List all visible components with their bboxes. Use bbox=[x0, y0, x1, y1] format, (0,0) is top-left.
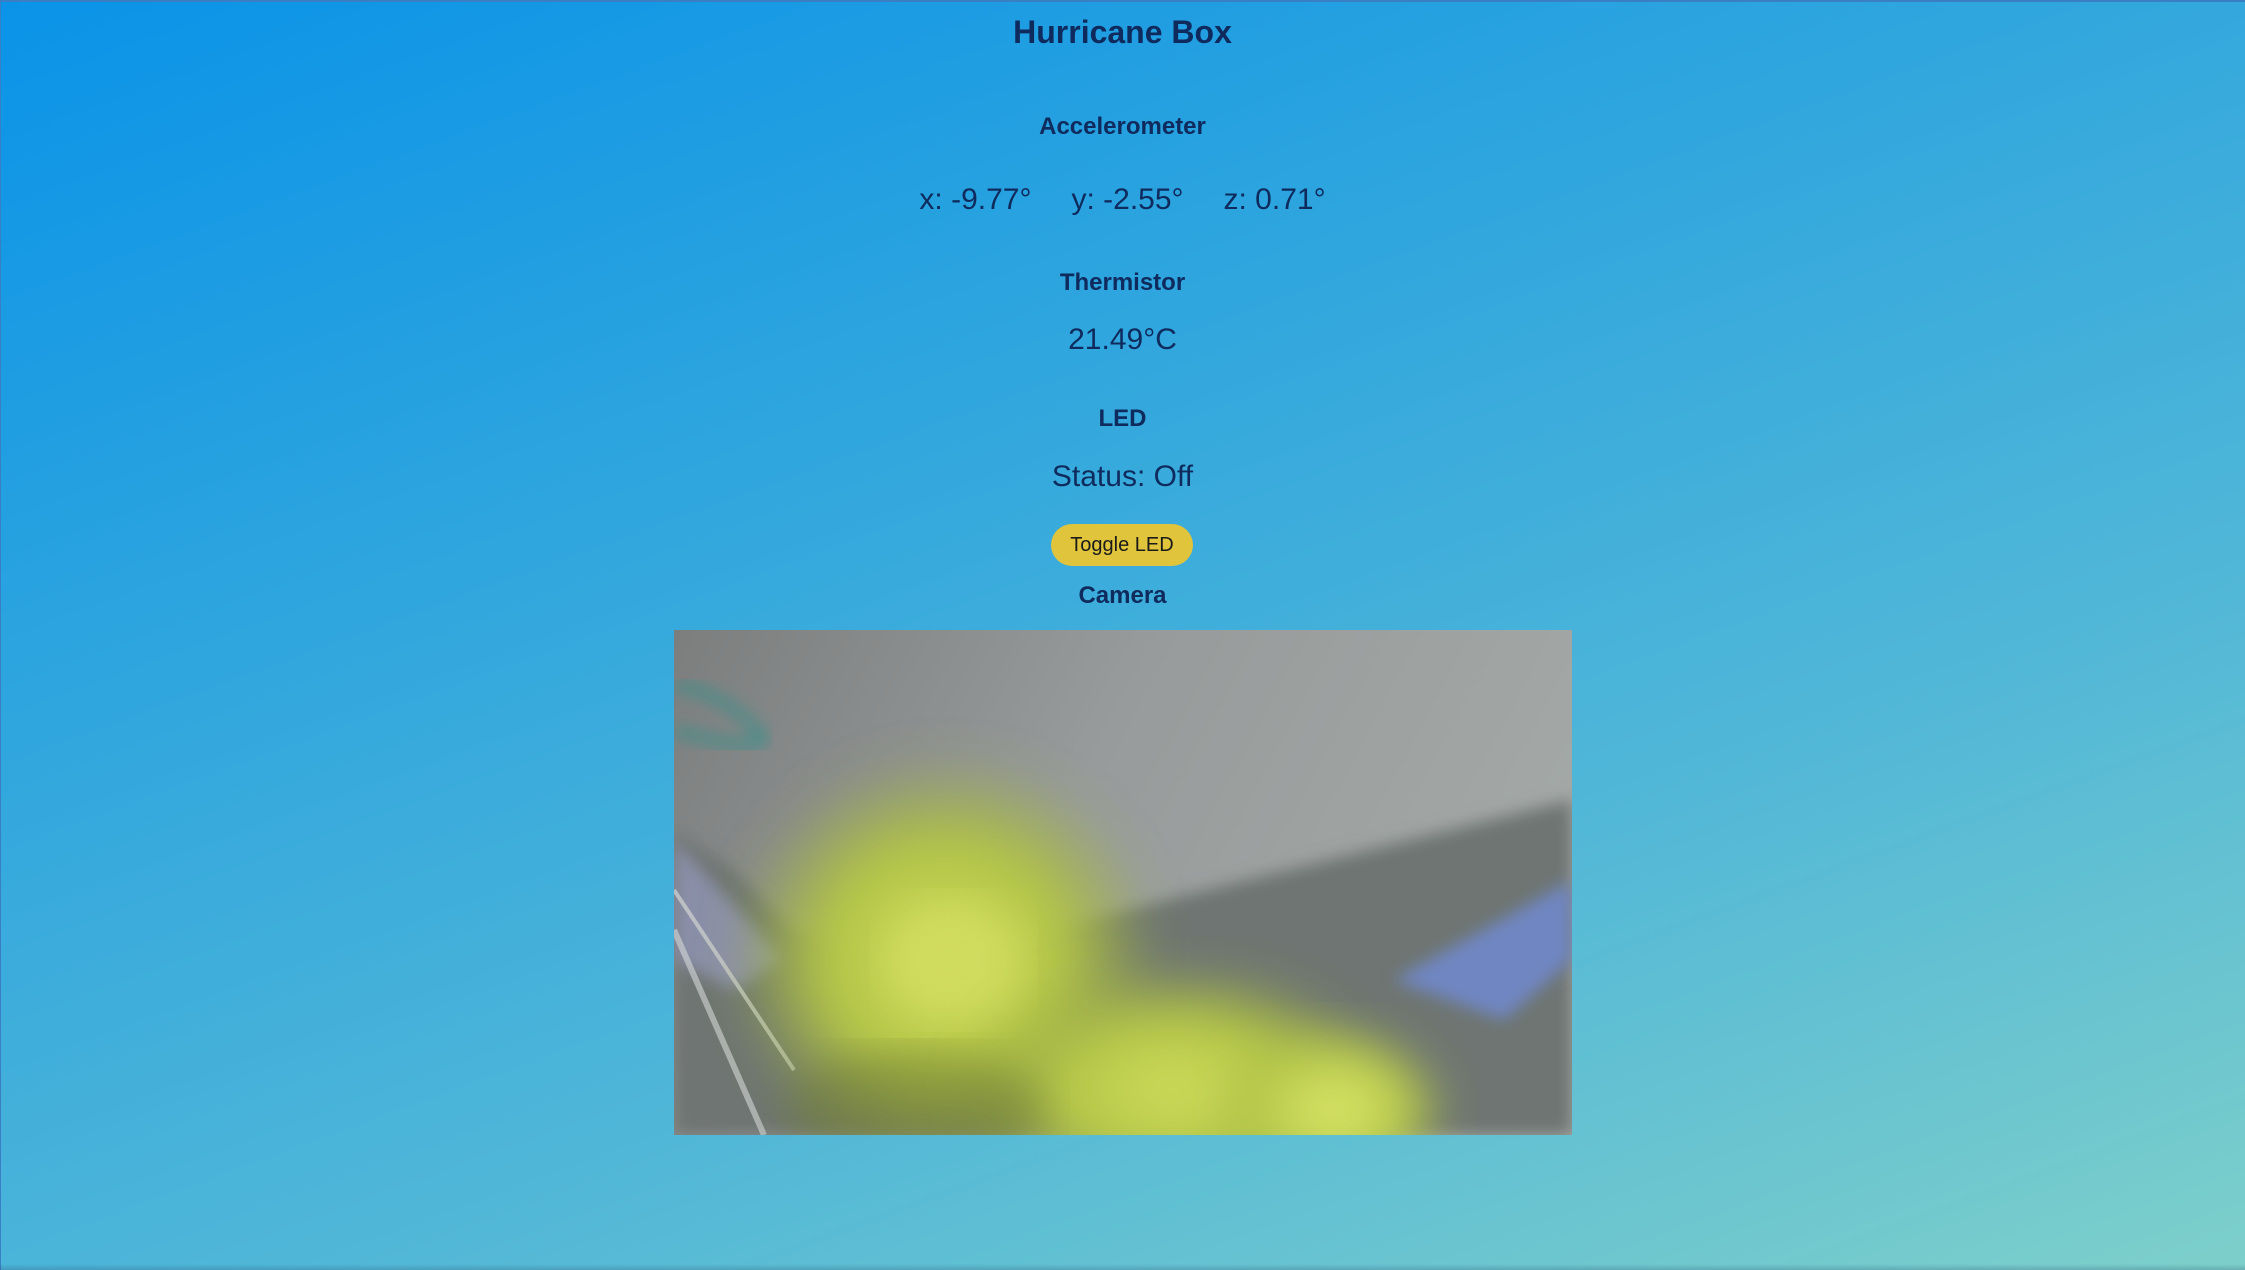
toggle-led-button[interactable]: Toggle LED bbox=[1051, 524, 1193, 566]
camera-feed-image bbox=[674, 630, 1572, 1135]
accelerometer-y-value: y: -2.55° bbox=[1071, 183, 1184, 216]
led-heading: LED bbox=[1098, 405, 1147, 432]
camera-heading: Camera bbox=[1078, 582, 1167, 609]
thermistor-value: 21.49°C bbox=[1068, 323, 1177, 356]
accelerometer-readings: x: -9.77° y: -2.55° z: 0.71° bbox=[0, 183, 2245, 217]
accelerometer-x-value: x: -9.77° bbox=[919, 183, 1032, 216]
accelerometer-heading: Accelerometer bbox=[1039, 113, 1206, 140]
page-title: Hurricane Box bbox=[1013, 14, 1232, 50]
accelerometer-z-value: z: 0.71° bbox=[1223, 183, 1326, 216]
thermistor-heading: Thermistor bbox=[1059, 269, 1186, 296]
bottom-edge-shade bbox=[0, 1264, 2245, 1270]
led-status: Status: Off bbox=[1051, 460, 1194, 493]
